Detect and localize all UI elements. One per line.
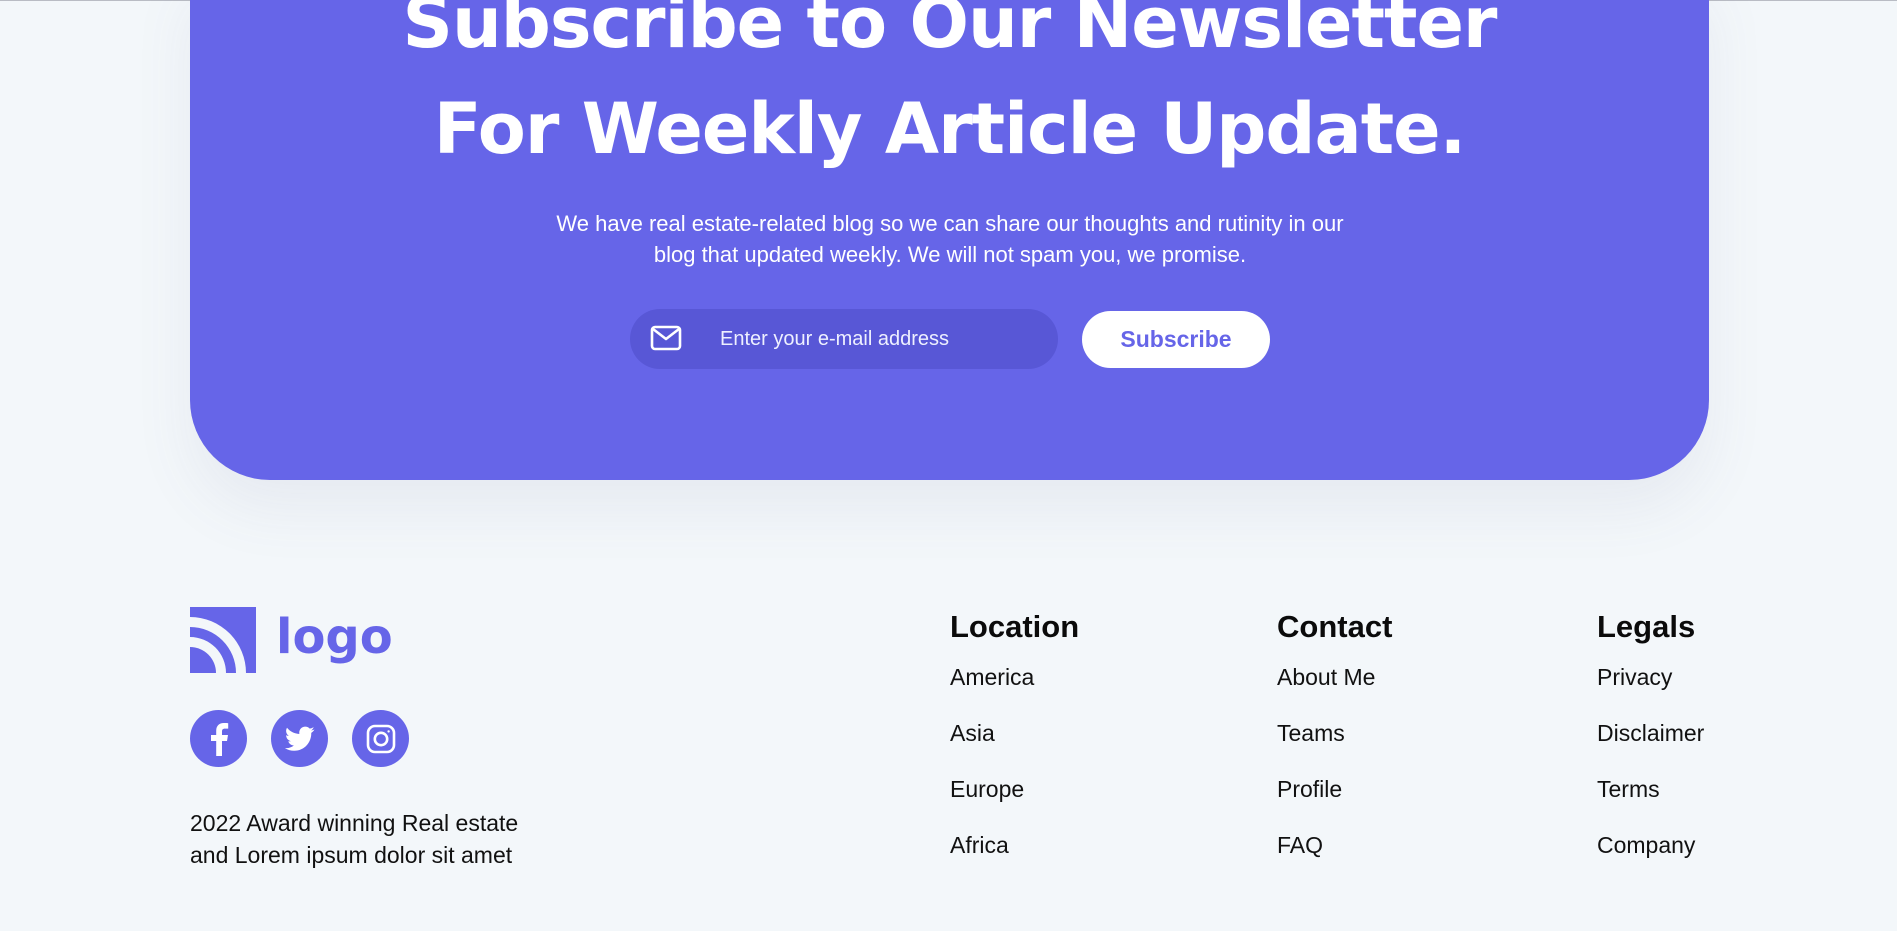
newsletter-title-line1: Subscribe to Our Newsletter xyxy=(402,0,1498,64)
logo-mark-icon xyxy=(190,607,256,673)
instagram-link[interactable] xyxy=(352,710,409,767)
footer-link-list: America Asia Europe Africa xyxy=(950,663,1079,887)
footer-tagline-line1: 2022 Award winning Real estate xyxy=(190,810,519,836)
footer-link-terms[interactable]: Terms xyxy=(1597,775,1704,831)
footer-link-company[interactable]: Company xyxy=(1597,831,1704,887)
twitter-link[interactable] xyxy=(271,710,328,767)
footer-column-title: Location xyxy=(950,609,1080,644)
logo[interactable]: logo xyxy=(190,607,393,673)
footer-link-teams[interactable]: Teams xyxy=(1277,719,1392,775)
footer-column-title: Legals xyxy=(1597,609,1696,644)
facebook-icon xyxy=(210,722,228,756)
instagram-icon xyxy=(366,724,395,753)
twitter-icon xyxy=(284,726,314,751)
mail-icon xyxy=(650,325,682,351)
footer-link-asia[interactable]: Asia xyxy=(950,719,1079,775)
footer-link-list: Privacy Disclaimer Terms Company xyxy=(1597,663,1704,887)
footer-column-title: Contact xyxy=(1277,609,1393,644)
footer-link-list: About Me Teams Profile FAQ xyxy=(1277,663,1392,887)
subscribe-button[interactable]: Subscribe xyxy=(1082,311,1270,368)
footer-link-disclaimer[interactable]: Disclaimer xyxy=(1597,719,1704,775)
footer-column-legals: Legals Privacy Disclaimer Terms Company xyxy=(1597,605,1704,887)
footer-link-faq[interactable]: FAQ xyxy=(1277,831,1392,887)
footer-tagline-line2: and Lorem ipsum dolor sit amet xyxy=(190,842,513,868)
email-field-container xyxy=(630,309,1058,369)
email-input[interactable] xyxy=(720,309,1040,369)
footer-link-africa[interactable]: Africa xyxy=(950,831,1079,887)
logo-text: logo xyxy=(276,609,393,665)
footer-link-europe[interactable]: Europe xyxy=(950,775,1079,831)
newsletter-description: We have real estate-related blog so we c… xyxy=(500,208,1400,270)
footer-tagline: 2022 Award winning Real estate and Lorem… xyxy=(190,807,590,871)
facebook-link[interactable] xyxy=(190,710,247,767)
newsletter-title-line2: For Weekly Article Update. xyxy=(433,88,1467,170)
newsletter-description-line2: blog that updated weekly. We will not sp… xyxy=(653,242,1247,267)
newsletter-section: Subscribe to Our Newsletter For Weekly A… xyxy=(190,0,1709,480)
footer-link-america[interactable]: America xyxy=(950,663,1079,719)
footer-column-location: Location America Asia Europe Africa xyxy=(950,605,1079,887)
footer-link-about-me[interactable]: About Me xyxy=(1277,663,1392,719)
footer-link-profile[interactable]: Profile xyxy=(1277,775,1392,831)
newsletter-title: Subscribe to Our Newsletter For Weekly A… xyxy=(190,0,1709,182)
social-links xyxy=(190,710,433,767)
newsletter-description-line1: We have real estate-related blog so we c… xyxy=(556,211,1344,236)
footer-link-privacy[interactable]: Privacy xyxy=(1597,663,1704,719)
footer-column-contact: Contact About Me Teams Profile FAQ xyxy=(1277,605,1392,887)
